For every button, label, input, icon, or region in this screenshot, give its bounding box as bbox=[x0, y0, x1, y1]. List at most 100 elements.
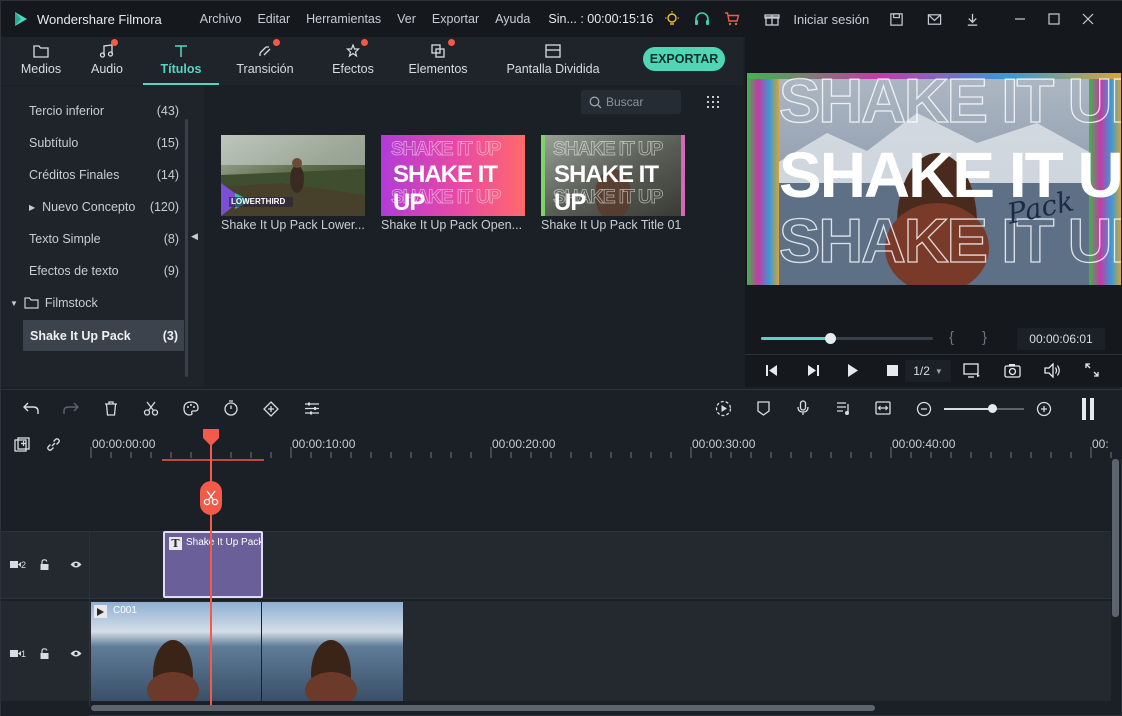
ruler-ticks bbox=[90, 447, 1112, 458]
menu-exportar[interactable]: Exportar bbox=[424, 12, 487, 26]
tab-pantalla-dividida[interactable]: Pantalla Dividida bbox=[497, 37, 609, 85]
timeline-vertical-scrollbar[interactable] bbox=[1112, 459, 1119, 617]
mark-in-bracket[interactable]: { bbox=[949, 329, 954, 346]
category-count: (15) bbox=[156, 136, 179, 150]
category-creditos-finales[interactable]: Créditos Finales (14) bbox=[29, 168, 179, 182]
tab-efectos[interactable]: Efectos bbox=[321, 37, 385, 85]
color-palette-icon[interactable] bbox=[183, 401, 199, 416]
menu-ayuda[interactable]: Ayuda bbox=[487, 12, 538, 26]
render-preview-icon[interactable] bbox=[715, 400, 732, 417]
microphone-icon[interactable] bbox=[796, 400, 810, 416]
split-scissors-button[interactable] bbox=[200, 481, 222, 515]
category-shake-it-up-pack[interactable]: Shake It Up Pack (3) bbox=[23, 320, 184, 351]
play-icon[interactable] bbox=[847, 364, 859, 377]
category-tercio-inferior[interactable]: Tercio inferior (43) bbox=[29, 104, 179, 118]
volume-icon[interactable] bbox=[1044, 363, 1061, 378]
next-frame-icon[interactable] bbox=[806, 364, 820, 377]
sidebar-scrollbar[interactable] bbox=[185, 119, 188, 377]
undo-icon[interactable] bbox=[23, 401, 39, 415]
preview-progress-handle[interactable] bbox=[824, 333, 836, 344]
tab-transicion[interactable]: Transición bbox=[225, 37, 305, 85]
fit-timeline-icon[interactable] bbox=[875, 401, 891, 415]
category-label: Efectos de texto bbox=[29, 264, 119, 278]
media-tab-bar: Medios Audio Títulos Transición Efectos … bbox=[1, 37, 743, 85]
preview-outline-title: SHAKE IT UP bbox=[778, 73, 1121, 136]
stop-icon[interactable] bbox=[887, 365, 898, 376]
title-thumbnail-title-01[interactable]: SHAKE IT UP SHAKE IT UP SHAKE IT UP bbox=[541, 135, 685, 216]
video-clip[interactable]: C001 bbox=[91, 602, 403, 701]
menu-editar[interactable]: Editar bbox=[249, 12, 298, 26]
collapse-arrow-icon[interactable]: ▼ bbox=[10, 299, 18, 308]
headset-support-icon[interactable] bbox=[687, 1, 717, 37]
panel-toggle-icon[interactable] bbox=[1081, 398, 1095, 420]
speed-timer-icon[interactable] bbox=[223, 400, 239, 416]
app-name: Wondershare Filmora bbox=[37, 11, 162, 27]
search-icon bbox=[589, 96, 602, 109]
maximize-icon[interactable] bbox=[1039, 1, 1069, 37]
snapshot-camera-icon[interactable] bbox=[1004, 363, 1021, 378]
timeline-horizontal-scrollbar[interactable] bbox=[91, 705, 875, 711]
lightbulb-icon[interactable] bbox=[657, 1, 687, 37]
title-thumbnail-opener[interactable]: SHAKE IT UP SHAKE IT UP SHAKE IT UP bbox=[381, 135, 525, 216]
cut-scissors-icon[interactable] bbox=[143, 401, 159, 416]
title-clip[interactable]: T Shake It Up Pack bbox=[163, 531, 263, 598]
category-subtitulo[interactable]: Subtítulo (15) bbox=[29, 136, 179, 150]
zoom-slider-handle[interactable] bbox=[988, 404, 997, 413]
lock-icon[interactable] bbox=[40, 648, 49, 659]
link-icon[interactable] bbox=[46, 437, 61, 452]
quality-select[interactable]: 1/2 ▼ bbox=[905, 360, 951, 382]
search-input[interactable]: Buscar bbox=[581, 90, 681, 114]
category-efectos-de-texto[interactable]: Efectos de texto (9) bbox=[29, 264, 179, 278]
audio-mixer-icon[interactable] bbox=[836, 401, 851, 416]
delete-trash-icon[interactable] bbox=[104, 401, 118, 416]
tab-medios[interactable]: Medios bbox=[1, 37, 81, 85]
tab-efectos-label: Efectos bbox=[332, 62, 374, 76]
title-bar: Wondershare Filmora Archivo Editar Herra… bbox=[1, 1, 1122, 37]
filmora-window: Wondershare Filmora Archivo Editar Herra… bbox=[0, 0, 1122, 716]
tab-elementos-label: Elementos bbox=[408, 62, 468, 76]
cart-icon[interactable] bbox=[717, 1, 747, 37]
category-nuevo-concepto[interactable]: ▶ Nuevo Concepto (120) bbox=[29, 200, 179, 214]
add-track-icon[interactable] bbox=[14, 437, 30, 452]
timeline-ruler[interactable]: 00:00:00:00 00:00:10:00 00:00:20:00 00:0… bbox=[89, 429, 1122, 459]
zoom-out-icon[interactable] bbox=[916, 401, 932, 417]
prev-frame-icon[interactable] bbox=[765, 364, 779, 377]
folder-filmstock[interactable]: ▼ Filmstock bbox=[10, 296, 98, 310]
expand-arrow-icon[interactable]: ▶ bbox=[29, 203, 35, 212]
preview-progress-track[interactable] bbox=[761, 333, 933, 344]
mark-out-bracket[interactable]: } bbox=[982, 329, 987, 346]
menu-herramientas[interactable]: Herramientas bbox=[298, 12, 389, 26]
tab-elementos[interactable]: Elementos bbox=[403, 37, 473, 85]
collapse-sidebar-icon[interactable]: ◀ bbox=[191, 231, 198, 242]
keyframe-icon[interactable] bbox=[263, 401, 279, 417]
grid-view-icon[interactable] bbox=[707, 96, 721, 108]
signin-link[interactable]: Iniciar sesión bbox=[793, 12, 869, 27]
fullscreen-icon[interactable] bbox=[1085, 363, 1099, 377]
save-icon[interactable] bbox=[881, 1, 911, 37]
export-button[interactable]: EXPORTAR bbox=[643, 47, 725, 71]
tab-audio[interactable]: Audio bbox=[81, 37, 133, 85]
category-count: (120) bbox=[149, 200, 179, 214]
redo-icon[interactable] bbox=[63, 401, 79, 415]
title-thumbnail-lower-third[interactable]: LOWERTHIRD bbox=[221, 135, 365, 216]
menu-ver[interactable]: Ver bbox=[389, 12, 424, 26]
adjust-settings-icon[interactable] bbox=[304, 401, 320, 416]
mail-icon[interactable] bbox=[919, 1, 949, 37]
zoom-in-icon[interactable] bbox=[1036, 401, 1052, 417]
tab-transicion-label: Transición bbox=[236, 62, 294, 76]
ruler-label: 00:00:40:00 bbox=[892, 437, 956, 451]
minimize-icon[interactable] bbox=[1005, 1, 1035, 37]
tab-titulos[interactable]: Títulos bbox=[143, 37, 219, 85]
gift-icon[interactable] bbox=[757, 1, 787, 37]
download-icon[interactable] bbox=[957, 1, 987, 37]
marker-icon[interactable] bbox=[757, 401, 770, 416]
menu-archivo[interactable]: Archivo bbox=[192, 12, 250, 26]
lock-icon[interactable] bbox=[40, 559, 49, 570]
close-icon[interactable] bbox=[1073, 1, 1103, 37]
display-monitor-icon[interactable] bbox=[963, 363, 981, 378]
track-header-divider bbox=[89, 531, 90, 707]
category-texto-simple[interactable]: Texto Simple (8) bbox=[29, 232, 179, 246]
eye-icon[interactable] bbox=[70, 649, 82, 658]
eye-icon[interactable] bbox=[70, 560, 82, 569]
zoom-slider-track[interactable] bbox=[944, 404, 1024, 413]
